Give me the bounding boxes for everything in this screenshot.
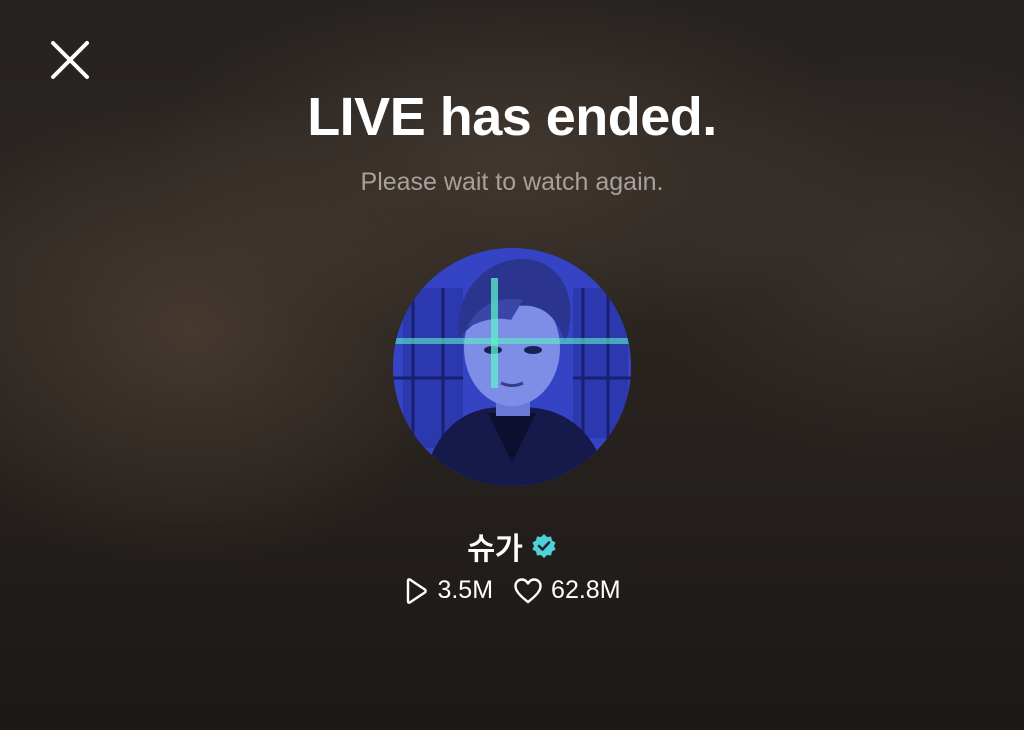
page-title: LIVE has ended. <box>307 87 717 147</box>
close-icon <box>51 41 89 79</box>
play-icon <box>407 577 428 604</box>
verified-badge-icon <box>531 533 557 559</box>
likes-count: 62.8M <box>551 576 621 604</box>
plays-stat: 3.5M <box>403 576 493 605</box>
heart-icon <box>514 577 542 603</box>
avatar[interactable] <box>393 248 631 486</box>
plays-count: 3.5M <box>437 576 494 604</box>
avatar-image <box>393 248 631 486</box>
profile-name-row[interactable]: 슈가 <box>0 524 1024 568</box>
close-button[interactable] <box>48 38 92 82</box>
likes-stat: 62.8M <box>513 576 621 605</box>
profile-stats: 3.5M 62.8M <box>0 576 1024 605</box>
page-subtitle: Please wait to watch again. <box>360 168 664 196</box>
profile-name: 슈가 <box>467 532 523 567</box>
